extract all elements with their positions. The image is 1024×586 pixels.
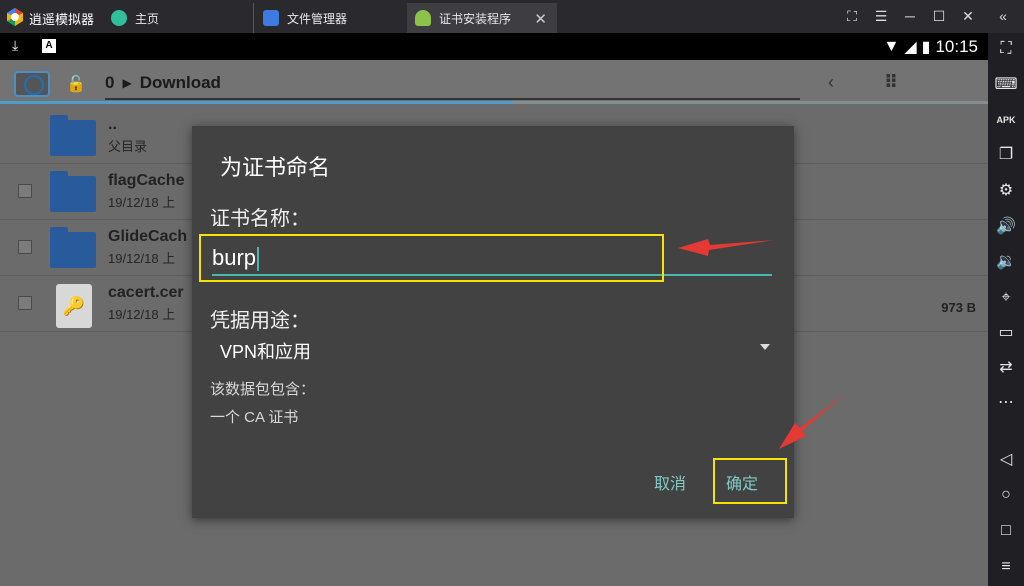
breadcrumb: 0 ▶ Download — [105, 73, 800, 100]
signal-icon: ◢ — [904, 39, 917, 56]
tab-file-manager-label: 文件管理器 — [287, 11, 348, 26]
breadcrumb-underline — [105, 98, 800, 100]
wifi-icon: ▼ — [883, 38, 900, 55]
file-name: GlideCach — [108, 228, 188, 245]
contains-label: 该数据包包含： — [210, 381, 316, 398]
multi-window-icon[interactable]: ❐ — [988, 143, 1024, 167]
emulator-logo-icon — [7, 8, 23, 26]
home-tab-icon — [111, 10, 127, 26]
download-icon: ⤓ — [12, 37, 19, 53]
file-meta: 19/12/18 上 — [108, 195, 176, 210]
breadcrumb-separator-icon: ▶ — [122, 76, 132, 90]
fullscreen-window-icon[interactable]: ⛶ — [841, 5, 863, 27]
row-checkbox[interactable] — [18, 184, 32, 198]
breadcrumb-current[interactable]: Download — [140, 73, 221, 93]
row-checkbox[interactable] — [18, 240, 32, 254]
fullscreen-icon[interactable]: ⛶ — [988, 37, 1024, 61]
folder-icon — [50, 227, 96, 268]
unlock-icon[interactable]: 🔓 — [66, 74, 86, 94]
select-mode-button[interactable] — [14, 71, 50, 97]
maximize-icon[interactable]: ☐ — [928, 5, 950, 27]
emulator-name: 逍遥模拟器 — [29, 12, 95, 27]
dropdown-arrow-icon — [760, 344, 770, 350]
file-meta: 19/12/18 上 — [108, 307, 176, 322]
status-indicators: ▼ ◢ ▮ 10:15 — [883, 37, 978, 57]
folder-icon — [50, 115, 96, 156]
keyboard-icon[interactable]: ⌨ — [988, 73, 1024, 97]
android-status-bar: ⤓ A ▼ ◢ ▮ 10:15 — [0, 33, 988, 60]
input-highlight-box — [199, 234, 664, 282]
scroll-progress — [0, 101, 988, 104]
ok-highlight-box — [713, 458, 787, 504]
usage-value: VPN和应用 — [220, 342, 312, 362]
file-name: cacert.cer — [108, 284, 184, 301]
volume-down-icon[interactable]: 🔉 — [988, 250, 1024, 274]
file-meta: 父目录 — [108, 139, 148, 154]
emulator-sidebar: ⛶ ⌨ APK ❐ ⚙ 🔊 🔉 ⌖ ▭ ⇄ ⋯ ◁ ○ □ ≡ — [988, 33, 1024, 586]
tab-cert-installer[interactable]: 证书安装程序 ✕ — [407, 3, 557, 33]
rotate-icon[interactable]: ⇄ — [988, 356, 1024, 380]
minimize-icon[interactable]: ─ — [899, 5, 921, 27]
close-icon[interactable]: ✕ — [957, 5, 979, 27]
settings-icon[interactable]: ⚙ — [988, 179, 1024, 203]
menu-icon[interactable]: ☰ — [870, 5, 892, 27]
folder-icon — [50, 171, 96, 212]
android-tab-icon — [415, 10, 431, 26]
home-icon[interactable]: ○ — [988, 483, 1024, 507]
status-time: 10:15 — [935, 37, 978, 56]
folder-icon[interactable]: ▭ — [988, 321, 1024, 345]
tab-cert-installer-label: 证书安装程序 — [439, 11, 512, 26]
dialog-title: 为证书命名 — [220, 155, 331, 180]
tab-close-icon[interactable]: ✕ — [534, 10, 547, 28]
collapse-sidebar-icon[interactable]: « — [992, 5, 1014, 27]
nav-menu-icon[interactable]: ≡ — [988, 555, 1024, 579]
usage-label: 凭据用途： — [210, 310, 310, 332]
file-manager-toolbar: 🔓 0 ▶ Download ‹ ⠿ — [0, 60, 988, 104]
emulator-title-bar: 逍遥模拟器 主页 文件管理器 证书安装程序 ✕ ⛶ ☰ ─ ☐ ✕ « — [0, 0, 1024, 33]
file-meta: 19/12/18 上 — [108, 251, 176, 266]
certificate-file-icon: 🔑 — [56, 284, 92, 328]
tab-home-label: 主页 — [135, 11, 160, 26]
more-icon[interactable]: ⋯ — [988, 391, 1024, 415]
name-certificate-dialog: 为证书命名 证书名称： burp 凭据用途： VPN和应用 该数据包包含： 一个… — [192, 126, 794, 518]
file-size: 973 B — [941, 300, 976, 315]
cancel-button[interactable]: 取消 — [654, 470, 686, 494]
usage-select[interactable]: VPN和应用 — [212, 336, 772, 364]
recents-icon[interactable]: □ — [988, 519, 1024, 543]
drag-handle-icon[interactable]: ⠿ — [884, 72, 898, 93]
contains-item: 一个 CA 证书 — [210, 409, 299, 426]
back-icon[interactable]: ◁ — [988, 448, 1024, 472]
battery-icon: ▮ — [921, 39, 931, 56]
breadcrumb-root[interactable]: 0 — [105, 73, 114, 93]
apk-icon[interactable]: APK — [988, 108, 1024, 132]
a-icon: A — [42, 39, 56, 53]
tab-file-manager[interactable]: 文件管理器 — [260, 3, 405, 33]
tab-home[interactable]: 主页 — [109, 3, 254, 33]
chevron-left-icon[interactable]: ‹ — [828, 72, 834, 93]
row-checkbox[interactable] — [18, 296, 32, 310]
location-icon[interactable]: ⌖ — [988, 286, 1024, 310]
file-name: flagCache — [108, 172, 185, 189]
cert-name-label: 证书名称： — [210, 208, 310, 230]
volume-up-icon[interactable]: 🔊 — [988, 215, 1024, 239]
emulator-window: 逍遥模拟器 主页 文件管理器 证书安装程序 ✕ ⛶ ☰ ─ ☐ ✕ « ⤓ A … — [0, 0, 1024, 586]
file-manager-tab-icon — [263, 10, 279, 26]
file-name: .. — [108, 116, 117, 133]
